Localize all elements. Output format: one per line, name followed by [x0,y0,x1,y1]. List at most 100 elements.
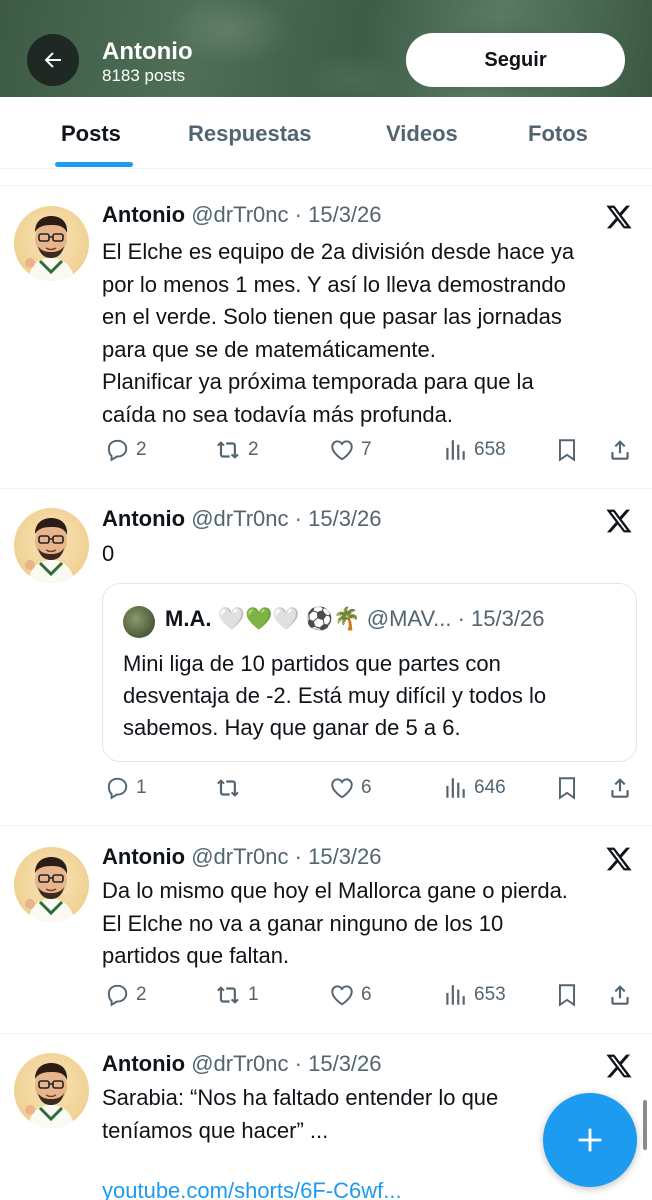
quoted-tweet[interactable]: M.A. 🤍💚🤍 ⚽🌴 @MAV... · 15/3/26 Mini liga … [102,583,637,762]
quoted-handle: @MAV... [366,606,452,631]
profile-header: Antonio 8183 posts Seguir [0,0,652,97]
quoted-text-line: Mini liga de 10 partidos que partes con [123,651,501,676]
avatar[interactable] [14,847,89,922]
separator-dot: · [288,844,309,869]
like-count: 7 [361,439,372,460]
tweet[interactable]: Antonio @drTr0nc · 15/3/26 El Elche es e… [0,186,652,489]
bookmark-button[interactable] [554,437,580,463]
back-button[interactable] [27,34,79,86]
tweet-text-line: El Elche no va a ganar ninguno de los 10 [102,910,504,936]
reply-button[interactable]: 2 [104,982,147,1008]
tweet-author[interactable]: Antonio [102,506,185,531]
tab-fotos[interactable]: Fotos [528,121,588,147]
tweet-text: El Elche es equipo de 2a división desde … [102,236,632,431]
share-button[interactable] [607,775,633,801]
tweet-handle[interactable]: @drTr0nc [191,1051,288,1076]
compose-button[interactable] [543,1093,637,1187]
tweet-actions: 1 6 646 [0,775,652,805]
x-logo-icon[interactable] [605,203,633,231]
reply-button[interactable]: 1 [104,775,147,801]
separator-dot: · [288,506,309,531]
tweet-header: Antonio @drTr0nc · 15/3/26 [102,202,382,228]
like-button[interactable]: 6 [329,982,372,1008]
views-button[interactable]: 653 [442,982,506,1008]
tweet-author[interactable]: Antonio [102,202,185,227]
tweet-handle[interactable]: @drTr0nc [191,202,288,227]
avatar[interactable] [14,508,89,583]
tweet-text-line: 0 [102,541,115,566]
like-count: 6 [361,777,372,798]
x-logo-icon[interactable] [605,507,633,535]
tweet-author[interactable]: Antonio [102,844,185,869]
views-button[interactable]: 658 [442,437,506,463]
tweet-text-line: por lo menos 1 mes. Y así lo lleva demos… [102,271,566,297]
tweet-text-line: para que se de matemáticamente. [102,336,436,362]
repost-button[interactable]: 2 [216,437,259,463]
avatar[interactable] [14,206,89,281]
avatar-illustration [25,518,75,583]
like-button[interactable]: 7 [329,437,372,463]
tweet-link[interactable]: youtube.com/shorts/6F-C6wf... [102,1178,402,1200]
avatar-illustration [25,216,75,281]
tweet-date[interactable]: 15/3/26 [308,202,381,227]
tweet-author[interactable]: Antonio [102,1051,185,1076]
share-icon [611,440,629,460]
repost-count: 1 [248,984,259,1005]
view-count: 646 [474,777,506,798]
heart-icon [331,778,353,799]
heart-icon [331,985,353,1006]
views-icon [446,985,465,1005]
repost-button[interactable]: 1 [216,982,259,1008]
repost-icon [217,441,239,459]
bookmark-button[interactable] [554,982,580,1008]
tweet-header: Antonio @drTr0nc · 15/3/26 [102,1051,382,1077]
tab-respuestas[interactable]: Respuestas [188,121,312,147]
reply-icon [107,984,128,1007]
bookmark-icon [558,777,576,800]
tweet-text: 0 [102,538,632,571]
reply-button[interactable]: 2 [104,437,147,463]
x-logo-icon[interactable] [605,1052,633,1080]
like-count: 6 [361,984,372,1005]
tab-posts[interactable]: Posts [61,121,121,147]
tweet-handle[interactable]: @drTr0nc [191,506,288,531]
reply-icon [107,777,128,800]
profile-name: Antonio [102,38,193,65]
tweet-actions: 2 2 7 658 [0,437,652,467]
scrollbar[interactable] [643,1100,647,1150]
tweet-handle[interactable]: @drTr0nc [191,844,288,869]
tab-videos[interactable]: Videos [386,121,458,147]
tweet-text-line: caída no sea todavía más profunda. [102,401,454,427]
tweet[interactable]: Antonio @drTr0nc · 15/3/26 0 M.A. 🤍💚🤍 ⚽🌴… [0,490,652,826]
tweet-date[interactable]: 15/3/26 [308,844,381,869]
tweet-date[interactable]: 15/3/26 [308,1051,381,1076]
view-count: 653 [474,984,506,1005]
tweet-header: Antonio @drTr0nc · 15/3/26 [102,844,382,870]
tweet[interactable]: Antonio @drTr0nc · 15/3/26 Da lo mismo q… [0,827,652,1034]
quoted-text: Mini liga de 10 partidos que partes con … [123,648,623,744]
reply-count: 1 [136,777,147,798]
avatar[interactable] [14,1053,89,1128]
views-button[interactable]: 646 [442,775,506,801]
share-button[interactable] [607,982,633,1008]
tweet-text-line: Da lo mismo que hoy el Mallorca gane o p… [102,878,568,903]
x-logo-icon[interactable] [605,845,633,873]
share-button[interactable] [607,437,633,463]
repost-icon [217,779,239,797]
quoted-text-line: sabemos. Hay que ganar de 5 a 6. [123,715,461,740]
tweet-text-line: El Elche es equipo de 2a división desde … [102,239,575,264]
quoted-header: M.A. 🤍💚🤍 ⚽🌴 @MAV... · 15/3/26 [165,606,544,632]
follow-button[interactable]: Seguir [406,33,625,87]
bookmark-icon [558,439,576,462]
separator-dot: · [451,606,472,631]
tweet-header: Antonio @drTr0nc · 15/3/26 [102,506,382,532]
active-tab-indicator [55,162,133,167]
avatar-illustration [25,1063,75,1128]
bookmark-button[interactable] [554,775,580,801]
quoted-author: M.A. 🤍💚🤍 ⚽🌴 [165,606,361,631]
like-button[interactable]: 6 [329,775,372,801]
bookmark-icon [558,984,576,1007]
quoted-date: 15/3/26 [471,606,545,631]
repost-button[interactable] [216,775,248,801]
tweet-date[interactable]: 15/3/26 [308,506,381,531]
